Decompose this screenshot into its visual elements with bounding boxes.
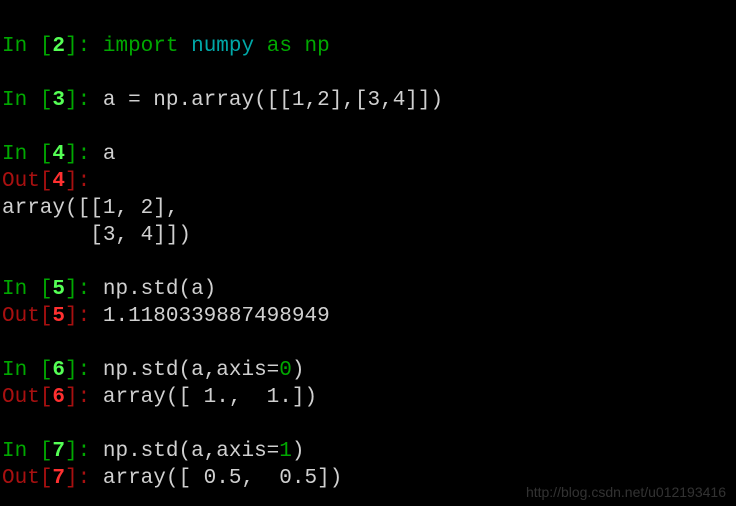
watermark-text: http://blog.csdn.net/u012193416 [526, 484, 726, 500]
input-prompt-3: In [3]: [2, 89, 90, 112]
input-prompt-5: In [5]: [2, 278, 90, 301]
ipython-terminal: In [2]: import numpy as np In [3]: a = n… [0, 0, 736, 492]
output-text-5: 1.1180339887498949 [103, 305, 330, 328]
output-prompt-4: Out[4]: [2, 170, 90, 193]
output-text-4-line1: array([[1, 2], [2, 197, 178, 220]
input-code-5: np.std(a) [103, 278, 216, 301]
input-code-7: np.std(a,axis=1) [103, 440, 305, 463]
output-text-7: array([ 0.5, 0.5]) [103, 467, 342, 490]
output-text-4-line2: [3, 4]]) [2, 224, 191, 247]
output-prompt-5: Out[5]: [2, 305, 90, 328]
input-prompt-4: In [4]: [2, 143, 90, 166]
output-prompt-7: Out[7]: [2, 467, 90, 490]
input-code-6: np.std(a,axis=0) [103, 359, 305, 382]
input-code-3: a = np.array([[1,2],[3,4]]) [103, 89, 443, 112]
input-prompt-6: In [6]: [2, 359, 90, 382]
output-prompt-6: Out[6]: [2, 386, 90, 409]
input-prompt-2: In [2]: [2, 35, 90, 58]
output-text-6: array([ 1., 1.]) [103, 386, 317, 409]
input-code-2: import numpy as np [103, 35, 330, 58]
input-prompt-7: In [7]: [2, 440, 90, 463]
input-code-4: a [103, 143, 116, 166]
